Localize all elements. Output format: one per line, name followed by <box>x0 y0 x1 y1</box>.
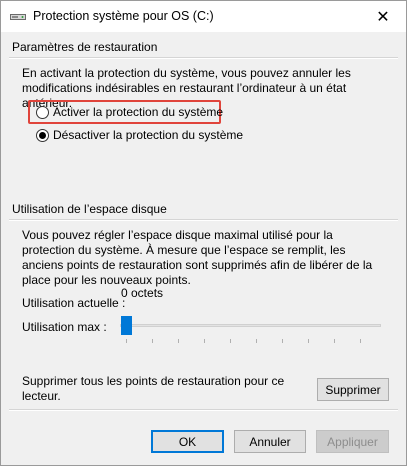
slider-tick <box>152 339 153 343</box>
max-usage-slider-track[interactable] <box>120 324 381 327</box>
disable-protection-label: Désactiver la protection du système <box>53 128 244 142</box>
disk-usage-separator <box>9 219 398 221</box>
disk-usage-description: Vous pouvez régler l’espace disque maxim… <box>22 228 373 287</box>
slider-tick <box>230 339 231 343</box>
apply-button[interactable]: Appliquer <box>316 430 389 453</box>
enable-protection-radio-circle[interactable] <box>36 105 49 119</box>
delete-description: Supprimer tous les points de restauratio… <box>22 374 285 403</box>
radio-selected-dot <box>39 131 46 139</box>
slider-tick <box>256 339 257 343</box>
disk-usage-group-title: Utilisation de l’espace disque <box>12 202 167 216</box>
close-icon: ✕ <box>376 8 390 26</box>
system-protection-icon <box>10 9 26 23</box>
current-usage-label: Utilisation actuelle : <box>22 296 126 310</box>
ok-button[interactable]: OK <box>151 430 224 453</box>
dialog-body: Paramètres de restauration En activant l… <box>1 32 406 465</box>
restore-settings-separator <box>9 57 398 59</box>
slider-tick <box>360 339 361 343</box>
max-usage-label: Utilisation max : <box>22 320 107 334</box>
slider-tick <box>334 339 335 343</box>
slider-tick <box>178 339 179 343</box>
title-bar: Protection système pour OS (C:) ✕ <box>1 1 406 32</box>
footer-separator <box>9 409 398 411</box>
cancel-button[interactable]: Annuler <box>234 430 306 453</box>
window-title: Protection système pour OS (C:) <box>33 9 214 23</box>
system-protection-dialog: Protection système pour OS (C:) ✕ Paramè… <box>0 0 407 466</box>
disable-protection-radio[interactable]: Désactiver la protection du système <box>36 128 243 142</box>
current-usage-value: 0 octets <box>121 286 164 300</box>
max-usage-slider-thumb[interactable] <box>121 316 132 335</box>
disable-protection-radio-circle[interactable] <box>36 128 49 142</box>
slider-tick <box>282 339 283 343</box>
enable-protection-label: Activer la protection du système <box>53 105 224 119</box>
delete-restore-points-button[interactable]: Supprimer <box>317 378 389 401</box>
close-button[interactable]: ✕ <box>360 1 406 32</box>
slider-tick <box>308 339 309 343</box>
slider-tick <box>204 339 205 343</box>
restore-settings-group-title: Paramètres de restauration <box>12 40 158 54</box>
slider-tick <box>126 339 127 343</box>
enable-protection-radio[interactable]: Activer la protection du système <box>36 105 223 119</box>
